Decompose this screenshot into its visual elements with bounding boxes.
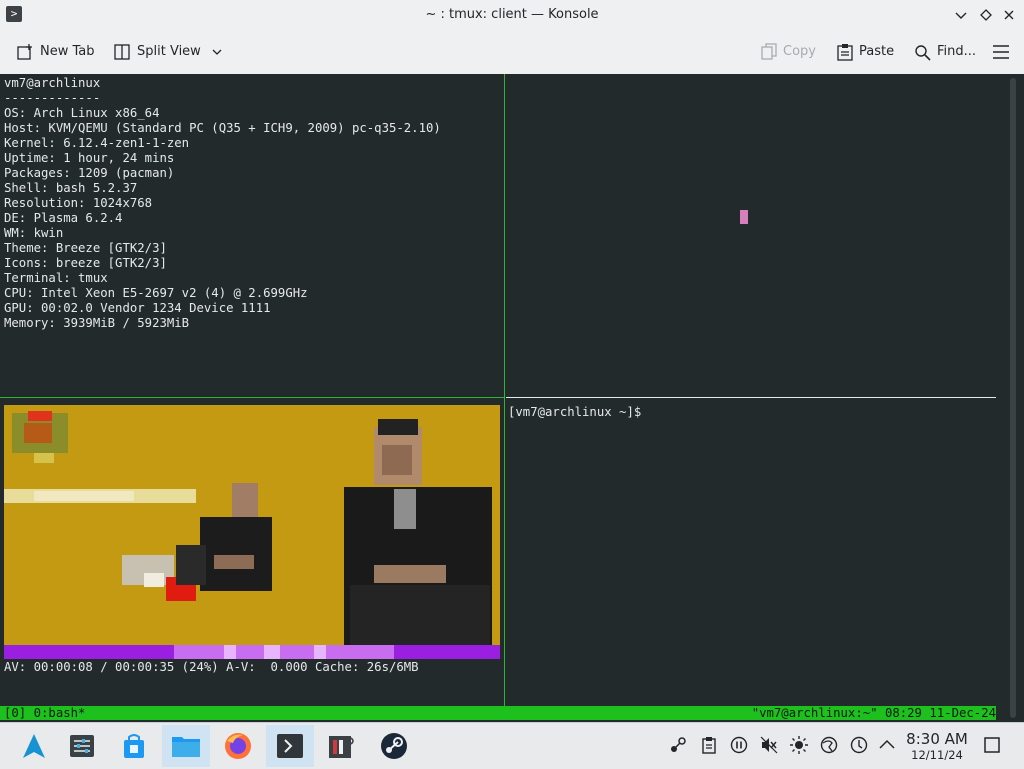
tray-show-hidden[interactable] [877,735,897,755]
terminal-area[interactable]: vm7@archlinux ------------- OS: Arch Linux… [0,74,1024,722]
split-view-icon [114,44,130,60]
new-tab-icon [17,44,32,60]
discover-store-icon [124,734,144,758]
title-bar: > ~ : tmux: client — Konsole [0,0,1024,30]
taskbar-firefox[interactable] [214,725,262,767]
neofetch-line: OS: Arch Linux x86_64 [4,106,160,120]
neofetch-line: CPU: Intel Xeon E5-2697 v2 (4) @ 2.699GH… [4,286,308,300]
taskbar-system-settings[interactable] [58,725,106,767]
taskbar-steam[interactable] [370,725,418,767]
player-status-line: AV: 00:00:08 / 00:00:35 (24%) A-V: 0.000… [4,660,419,674]
copy-button[interactable]: Copy [761,30,816,74]
split-view-label: Split View [137,44,201,59]
show-hidden-arrow-icon [879,739,895,749]
neofetch-line: Host: KVM/QEMU (Standard PC (Q35 + ICH9,… [4,121,441,135]
taskbar-konsole[interactable] [266,725,314,767]
neofetch-line: DE: Plasma 6.2.4 [4,211,123,225]
video-frame [4,405,500,659]
tray-media-controls[interactable] [729,735,749,755]
konsole-toolbar: New Tab Split View Copy Paste Find... [0,30,1024,75]
digital-clock[interactable]: 8:30 AM 12/11/24 [900,730,974,763]
clock-date: 12/11/24 [911,748,963,762]
close-button[interactable] [998,4,1020,26]
application-launcher-button[interactable] [10,725,58,767]
tray-network[interactable] [819,735,839,755]
tmux-status-bar: [0] 0:bash* "vm7@archlinux:~" 08:29 11-D… [0,706,996,720]
paste-icon [837,44,853,61]
kde-connect-icon [671,737,686,752]
neofetch-line: Theme: Breeze [GTK2/3] [4,241,167,255]
copy-icon [761,43,777,60]
neofetch-line: vm7@archlinux [4,76,101,90]
chevron-down-icon [212,49,222,55]
neofetch-line: Resolution: 1024x768 [4,196,153,210]
neofetch-line: GPU: 00:02.0 Vendor 1234 Device 1111 [4,301,271,315]
application-launcher-icon [23,734,45,758]
media-pause-icon [730,736,748,754]
find-button[interactable]: Find... [914,30,976,74]
tmux-status-right: "vm7@archlinux:~" 08:29 11-Dec-24 [751,706,996,720]
tray-volume[interactable] [759,735,779,755]
taskbar-media-player[interactable] [318,725,366,767]
neofetch-line: Memory: 3939MiB / 5923MiB [4,316,190,330]
pane-divider-vertical[interactable] [504,74,505,706]
neofetch-line: Packages: 1209 (pacman) [4,166,175,180]
search-icon [915,44,931,61]
neofetch-line: Uptime: 1 hour, 24 mins [4,151,175,165]
terminal-scrollbar[interactable] [1010,78,1016,718]
clock-time: 8:30 AM [906,730,968,748]
shell-prompt[interactable]: [vm7@archlinux ~]$ [508,405,641,419]
dolphin-files-icon [172,737,200,757]
chevron-down-icon [955,12,967,19]
clipboard-icon [702,737,716,754]
brightness-icon [790,736,808,754]
tmux-window-list[interactable]: [0] 0:bash* [4,706,85,720]
updates-icon [850,736,868,754]
paste-button[interactable]: Paste [837,30,894,74]
neofetch-output: vm7@archlinux ------------- OS: Arch Linux… [4,76,441,331]
copy-label: Copy [783,44,816,59]
paste-label: Paste [859,44,895,59]
volume-muted-icon [760,736,778,754]
neofetch-line: Icons: breeze [GTK2/3] [4,256,167,270]
new-tab-label: New Tab [40,44,95,59]
minimize-button[interactable] [950,4,972,26]
steam-icon [381,733,407,759]
tray-updates[interactable] [849,735,869,755]
hamburger-menu-button[interactable] [992,30,1010,74]
new-tab-button[interactable]: New Tab [16,30,95,74]
konsole-icon [277,734,303,758]
tray-clipboard[interactable] [699,735,719,755]
split-view-button[interactable]: Split View [113,30,223,74]
find-label: Find... [937,44,977,59]
show-desktop-icon [984,737,1000,753]
taskbar-discover[interactable] [110,725,158,767]
neofetch-line: Shell: bash 5.2.37 [4,181,138,195]
diamond-icon [980,9,992,21]
show-desktop-button[interactable] [982,735,1002,755]
hamburger-menu-icon [993,45,1009,59]
maximize-button[interactable] [975,4,997,26]
firefox-icon [225,733,251,759]
media-player-icon [329,736,354,758]
neofetch-line: Kernel: 6.12.4-zen1-1-zen [4,136,190,150]
taskbar: 8:30 AM 12/11/24 [0,722,1024,769]
tray-kde-connect[interactable] [668,735,688,755]
neofetch-line: ------------- [4,91,101,105]
close-icon [1004,10,1014,20]
network-icon [820,736,838,754]
pane-divider-right[interactable] [506,397,996,398]
pane-divider-left[interactable] [0,397,504,398]
terminal-cursor [740,210,748,224]
taskbar-dolphin[interactable] [162,725,210,767]
tray-brightness[interactable] [789,735,809,755]
system-settings-icon [70,735,94,757]
neofetch-line: Terminal: tmux [4,271,108,285]
video-image [4,405,500,659]
neofetch-line: WM: kwin [4,226,64,240]
window-title: ~ : tmux: client — Konsole [425,7,599,22]
